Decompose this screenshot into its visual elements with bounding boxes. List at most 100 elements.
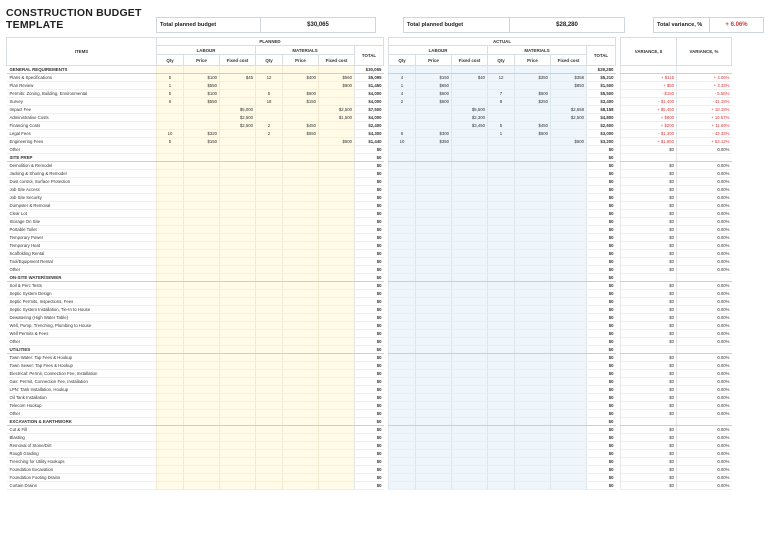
actual-materials-qty[interactable]: 1 [487, 129, 515, 138]
planned-cell[interactable] [255, 393, 283, 402]
actual-total[interactable]: $0 [586, 161, 616, 170]
planned-materials-qty[interactable]: 2 [255, 129, 283, 138]
planned-materials-qty[interactable]: 2 [255, 121, 283, 130]
actual-cell[interactable] [415, 465, 452, 474]
actual-total[interactable]: $0 [586, 201, 616, 210]
item-name[interactable]: Other [6, 265, 157, 274]
planned-total[interactable]: $0 [354, 281, 384, 290]
planned-cell[interactable] [219, 273, 256, 282]
planned-cell[interactable] [318, 337, 355, 346]
actual-cell[interactable] [487, 241, 515, 250]
item-name[interactable]: Temporary Power [6, 233, 157, 242]
actual-cell[interactable] [451, 217, 488, 226]
actual-cell[interactable] [451, 225, 488, 234]
planned-cell[interactable] [219, 289, 256, 298]
planned-cell[interactable] [183, 305, 220, 314]
planned-total[interactable]: $0 [354, 289, 384, 298]
planned-cell[interactable] [183, 65, 220, 74]
actual-cell[interactable] [415, 217, 452, 226]
actual-cell[interactable] [388, 201, 416, 210]
total-actual-value[interactable]: $28,280 [510, 22, 624, 28]
actual-total[interactable]: $3,400 [586, 97, 616, 106]
variance-usd[interactable]: - $150 [620, 89, 677, 98]
variance-usd[interactable]: $0 [620, 209, 677, 218]
variance-usd[interactable]: $0 [620, 329, 677, 338]
planned-cell[interactable] [282, 241, 319, 250]
planned-cell[interactable] [318, 289, 355, 298]
planned-total[interactable]: $0 [354, 409, 384, 418]
variance-usd[interactable]: $0 [620, 289, 677, 298]
actual-cell[interactable] [514, 273, 551, 282]
actual-cell[interactable] [415, 337, 452, 346]
planned-labour-fixed[interactable] [219, 137, 256, 146]
item-name[interactable]: Cut & Fill [6, 425, 157, 434]
planned-cell[interactable] [183, 209, 220, 218]
planned-cell[interactable] [282, 305, 319, 314]
planned-materials-qty[interactable]: 5 [255, 89, 283, 98]
item-name[interactable]: Soil & Perc Tests [6, 281, 157, 290]
actual-cell[interactable] [451, 265, 488, 274]
planned-cell[interactable] [255, 401, 283, 410]
actual-cell[interactable] [451, 377, 488, 386]
item-name[interactable]: Dumpster & Removal [6, 201, 157, 210]
item-name[interactable]: Town Sewer: Tap Fees & Hookup [6, 361, 157, 370]
planned-labour-price[interactable]: $150 [183, 137, 220, 146]
planned-cell[interactable] [219, 169, 256, 178]
variance-pct[interactable]: 0.00% [676, 193, 732, 202]
planned-cell[interactable] [156, 449, 184, 458]
actual-cell[interactable] [514, 433, 551, 442]
planned-cell[interactable] [183, 297, 220, 306]
actual-labour-price[interactable]: $150 [415, 73, 452, 82]
item-name[interactable]: Jacking & Shoring & Remodel [6, 169, 157, 178]
variance-usd[interactable]: $0 [620, 313, 677, 322]
actual-cell[interactable] [451, 409, 488, 418]
planned-cell[interactable] [219, 457, 256, 466]
actual-cell[interactable] [451, 193, 488, 202]
planned-cell[interactable] [255, 233, 283, 242]
actual-cell[interactable] [514, 409, 551, 418]
actual-cell[interactable] [388, 249, 416, 258]
actual-total[interactable]: $0 [586, 257, 616, 266]
planned-cell[interactable] [219, 233, 256, 242]
planned-labour-qty[interactable]: 5 [156, 73, 184, 82]
planned-total[interactable]: $0 [354, 473, 384, 482]
planned-cell[interactable] [156, 313, 184, 322]
actual-cell[interactable] [550, 257, 587, 266]
planned-labour-fixed[interactable] [219, 89, 256, 98]
planned-cell[interactable] [219, 345, 256, 354]
variance-pct-cell[interactable] [676, 345, 732, 354]
actual-cell[interactable] [514, 257, 551, 266]
planned-total[interactable]: $0 [354, 449, 384, 458]
actual-cell[interactable] [415, 433, 452, 442]
actual-cell[interactable] [388, 153, 416, 162]
planned-labour-fixed[interactable] [219, 145, 256, 154]
variance-usd[interactable]: + $200 [620, 121, 677, 130]
actual-cell[interactable] [514, 177, 551, 186]
item-name[interactable]: Town Water: Tap Fees & Hookup [6, 353, 157, 362]
actual-cell[interactable] [514, 249, 551, 258]
planned-cell[interactable] [282, 481, 319, 490]
item-name[interactable]: Clear Lot [6, 209, 157, 218]
planned-cell[interactable] [183, 473, 220, 482]
planned-cell[interactable] [183, 225, 220, 234]
actual-labour-price[interactable]: $350 [415, 137, 452, 146]
planned-cell[interactable] [255, 457, 283, 466]
planned-materials-price[interactable] [282, 145, 319, 154]
planned-cell[interactable] [318, 401, 355, 410]
actual-cell[interactable] [451, 369, 488, 378]
planned-cell[interactable] [282, 185, 319, 194]
actual-cell[interactable] [451, 249, 488, 258]
planned-cell[interactable] [255, 217, 283, 226]
planned-materials-fixed[interactable] [318, 89, 355, 98]
planned-cell[interactable] [156, 353, 184, 362]
variance-pct[interactable]: 0.00% [676, 225, 732, 234]
planned-cell[interactable] [282, 417, 319, 426]
actual-cell[interactable] [550, 409, 587, 418]
planned-total[interactable]: $0 [354, 369, 384, 378]
planned-total[interactable]: $0 [354, 161, 384, 170]
planned-cell[interactable] [282, 401, 319, 410]
actual-cell[interactable] [451, 281, 488, 290]
variance-usd[interactable]: - $1,300 [620, 129, 677, 138]
planned-cell[interactable] [255, 297, 283, 306]
category-actual-total[interactable]: $0 [586, 417, 616, 426]
